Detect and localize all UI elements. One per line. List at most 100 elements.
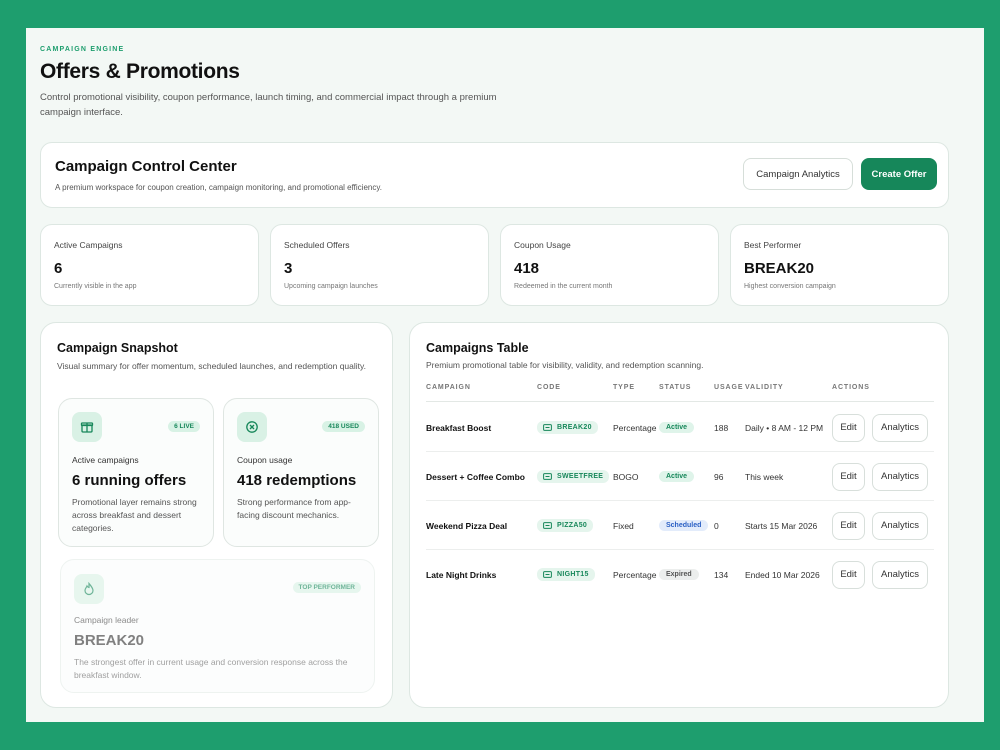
status-cell: Active [659, 452, 695, 501]
page-description: Control promotional visibility, coupon p… [40, 92, 497, 118]
validity-text: Starts 15 Mar 2026 [745, 520, 818, 531]
code-pill: BREAK20 [537, 421, 598, 434]
campaigns-table-panel: Campaigns Table Premium promotional tabl… [409, 322, 949, 708]
offer-type: Fixed [613, 520, 634, 531]
close-circle-icon [237, 412, 267, 442]
campaign-leader-description: The strongest offer in current usage and… [74, 657, 348, 680]
stat-label: Active Campaigns [54, 240, 123, 250]
stat-value: BREAK20 [744, 260, 815, 277]
page-header: CAMPAIGN ENGINE Offers & Promotions Cont… [40, 46, 560, 120]
active-campaigns-label: Active campaigns [72, 455, 139, 465]
coupon-usage-label: Coupon usage [237, 455, 293, 465]
validity-text: Daily • 8 AM - 12 PM [745, 422, 824, 433]
campaign-analytics-button[interactable]: Campaign Analytics [743, 158, 853, 190]
row-actions: Edit Analytics [832, 403, 928, 452]
stat-card-active-campaigns: Active Campaigns 6 Currently visible in … [40, 224, 259, 306]
stat-value: 3 [284, 260, 293, 277]
header-validity: VALIDITY [745, 384, 784, 391]
eyebrow-label: CAMPAIGN ENGINE [40, 46, 125, 53]
analytics-button[interactable]: Analytics [872, 560, 928, 589]
analytics-button[interactable]: Analytics [872, 462, 928, 491]
campaign-name: Breakfast Boost [426, 422, 492, 433]
ticket-icon [543, 424, 552, 431]
status-badge: Scheduled [659, 520, 709, 531]
edit-button[interactable]: Edit [832, 413, 865, 442]
coupon-code: NIGHT15 [557, 571, 589, 578]
analytics-button[interactable]: Analytics [872, 413, 928, 442]
create-offer-button[interactable]: Create Offer [861, 158, 937, 190]
header-campaign: CAMPAIGN [426, 384, 471, 391]
app-frame: CAMPAIGN ENGINE Offers & Promotions Cont… [26, 28, 984, 722]
row-actions: Edit Analytics [832, 550, 928, 599]
validity-text: This week [745, 471, 784, 482]
status-cell: Scheduled [659, 501, 709, 550]
active-campaigns-value: 6 running offers [72, 472, 187, 489]
table-row: Dessert + Coffee Combo SWEETFREE BOGO Ac… [426, 452, 934, 501]
gift-icon [72, 412, 102, 442]
stat-caption: Highest conversion campaign [744, 283, 836, 290]
stat-caption: Redeemed in the current month [514, 283, 613, 290]
header-divider [426, 401, 934, 402]
active-campaigns-card: 6 LIVE Active campaigns 6 running offers… [58, 398, 214, 547]
stat-label: Coupon Usage [514, 240, 571, 250]
ticket-icon [543, 473, 552, 480]
header-usage: USAGE [714, 384, 744, 391]
coupon-code: BREAK20 [557, 424, 592, 431]
status-badge: Active [659, 471, 695, 482]
ticket-icon [543, 571, 552, 578]
top-performer-badge: TOP PERFORMER [292, 582, 361, 593]
campaign-leader-value: BREAK20 [74, 632, 145, 649]
code-pill: NIGHT15 [537, 568, 595, 581]
coupon-usage-value: 418 redemptions [237, 472, 357, 489]
row-actions: Edit Analytics [832, 501, 928, 550]
status-badge: Active [659, 422, 695, 433]
campaign-leader-card: TOP PERFORMER Campaign leader BREAK20 Th… [60, 559, 375, 693]
table-subtitle: Premium promotional table for visibility… [426, 360, 704, 370]
offer-type: Percentage [613, 569, 657, 580]
header-type: TYPE [613, 384, 635, 391]
row-actions: Edit Analytics [832, 452, 928, 501]
campaign-name: Dessert + Coffee Combo [426, 471, 525, 482]
code-cell: BREAK20 [537, 403, 598, 452]
edit-button[interactable]: Edit [832, 462, 865, 491]
stat-card-best-performer: Best Performer BREAK20 Highest conversio… [730, 224, 949, 306]
code-cell: SWEETFREE [537, 452, 610, 501]
coupon-code: SWEETFREE [557, 473, 604, 480]
usage-count: 134 [714, 569, 729, 580]
campaign-name: Late Night Drinks [426, 569, 497, 580]
status-cell: Active [659, 403, 695, 452]
table-row: Weekend Pizza Deal PIZZA50 Fixed Schedul… [426, 501, 934, 550]
stat-value: 418 [514, 260, 540, 277]
active-campaigns-description: Promotional layer remains strong across … [72, 497, 197, 533]
coupon-usage-card: 418 USED Coupon usage 418 redemptions St… [223, 398, 379, 547]
status-badge: Expired [659, 569, 699, 580]
snapshot-subtitle: Visual summary for offer momentum, sched… [57, 361, 366, 371]
campaign-name: Weekend Pizza Deal [426, 520, 508, 531]
edit-button[interactable]: Edit [832, 511, 865, 540]
offer-type: BOGO [613, 471, 639, 482]
usage-count: 0 [714, 520, 719, 531]
stat-caption: Upcoming campaign launches [284, 283, 378, 290]
stat-card-coupon-usage: Coupon Usage 418 Redeemed in the current… [500, 224, 719, 306]
campaign-leader-label: Campaign leader [74, 615, 139, 625]
offer-type: Percentage [613, 422, 657, 433]
snapshot-title: Campaign Snapshot [57, 341, 178, 355]
table-row: Breakfast Boost BREAK20 Percentage Activ… [426, 403, 934, 452]
code-cell: PIZZA50 [537, 501, 594, 550]
usage-count: 188 [714, 422, 729, 433]
control-center-subtitle: A premium workspace for coupon creation,… [55, 183, 382, 192]
table-title: Campaigns Table [426, 341, 529, 355]
analytics-button[interactable]: Analytics [872, 511, 928, 540]
coupon-code: PIZZA50 [557, 522, 588, 529]
coupon-usage-description: Strong performance from app-facing disco… [237, 497, 351, 520]
table-row: Late Night Drinks NIGHT15 Percentage Exp… [426, 550, 934, 599]
header-code: CODE [537, 384, 561, 391]
used-count-badge: 418 USED [322, 421, 365, 432]
usage-count: 96 [714, 471, 724, 482]
stat-caption: Currently visible in the app [54, 283, 137, 290]
live-count-badge: 6 LIVE [168, 421, 200, 432]
edit-button[interactable]: Edit [832, 560, 865, 589]
header-actions: ACTIONS [832, 384, 870, 391]
campaign-control-center: Campaign Control Center A premium worksp… [40, 142, 949, 208]
stat-label: Scheduled Offers [284, 240, 350, 250]
